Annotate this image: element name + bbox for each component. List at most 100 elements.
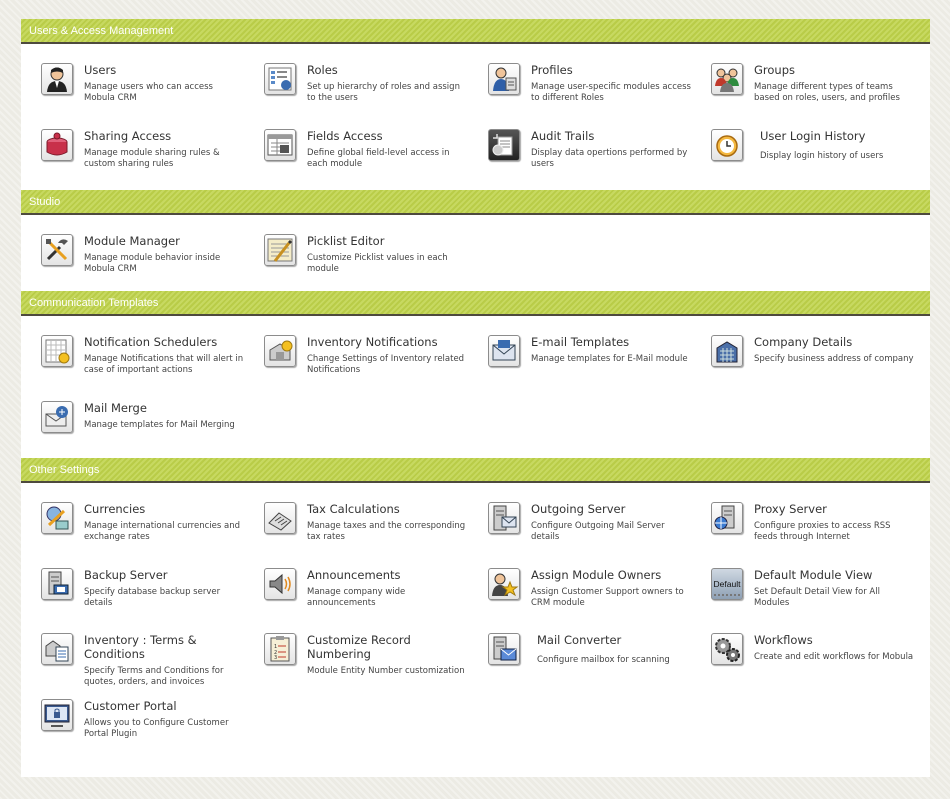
item-description: Allows you to Configure Customer Portal … (84, 717, 229, 739)
tax-calculations-icon[interactable] (264, 502, 296, 534)
settings-item-fields-access[interactable]: Fields Access Define global field-level … (264, 128, 488, 195)
settings-item-company-details[interactable]: Company Details Specify business address… (711, 335, 934, 401)
settings-item-currencies[interactable]: Currencies Manage international currenci… (41, 502, 264, 568)
profiles-icon[interactable] (488, 63, 520, 95)
item-title[interactable]: Backup Server (84, 568, 244, 582)
customer-portal-icon[interactable] (41, 698, 73, 731)
section-users-access: Users & Access Management Users Manage u… (21, 19, 930, 190)
settings-item-mail-converter[interactable]: Mail Converter Configure mailbox for sca… (488, 633, 711, 699)
item-title[interactable]: Roles (307, 63, 467, 77)
notification-schedulers-icon[interactable] (41, 335, 73, 367)
item-title[interactable]: Customize Record Numbering (307, 633, 467, 661)
assign-module-owners-icon[interactable] (488, 567, 520, 600)
outgoing-server-icon[interactable] (488, 502, 520, 534)
settings-item-default-module-view[interactable]: Default Default Module View Set Default … (711, 567, 934, 634)
sharing-access-icon[interactable] (41, 128, 73, 161)
groups-icon[interactable] (711, 63, 743, 95)
default-module-view-icon[interactable]: Default (711, 567, 743, 600)
inventory-notifications-icon[interactable] (264, 335, 296, 367)
settings-item-audit-trails[interactable]: Audit Trails Display data opertions perf… (488, 128, 711, 195)
settings-item-profiles[interactable]: Profiles Manage user-specific modules ac… (488, 63, 711, 129)
item-description: Create and edit workflows for Mobula (754, 652, 914, 662)
item-title[interactable]: Groups (754, 63, 914, 77)
mail-merge-icon[interactable] (41, 400, 73, 433)
company-details-icon[interactable] (711, 335, 743, 367)
settings-item-assign-module-owners[interactable]: Assign Module Owners Assign Customer Sup… (488, 567, 711, 634)
settings-item-sharing-access[interactable]: Sharing Access Manage module sharing rul… (41, 128, 264, 195)
settings-item-inventory-notifications[interactable]: Inventory Notifications Change Settings … (264, 335, 488, 401)
item-description: Manage templates for Mail Merging (84, 419, 235, 430)
item-title[interactable]: Mail Merge (84, 401, 244, 415)
item-title[interactable]: Outgoing Server (531, 502, 691, 516)
item-title[interactable]: Currencies (84, 502, 244, 516)
item-description: Display login history of users (760, 150, 884, 161)
settings-item-picklist-editor[interactable]: Picklist Editor Customize Picklist value… (264, 234, 488, 300)
fields-access-icon[interactable] (264, 128, 296, 161)
settings-item-announcements[interactable]: Announcements Manage company wide announ… (264, 567, 488, 634)
item-description: Define global field-level access in each… (307, 147, 450, 169)
picklist-editor-icon[interactable] (264, 234, 296, 266)
settings-item-backup-server[interactable]: Backup Server Specify database backup se… (41, 567, 264, 634)
settings-item-notification-schedulers[interactable]: Notification Schedulers Manage Notificat… (41, 335, 264, 401)
settings-item-groups[interactable]: Groups Manage different types of teams b… (711, 63, 934, 129)
item-title[interactable]: Inventory : Terms & Conditions (84, 633, 244, 661)
item-title[interactable]: Mail Converter (537, 633, 697, 647)
settings-item-outgoing-server[interactable]: Outgoing Server Configure Outgoing Mail … (488, 502, 711, 568)
item-title[interactable]: Sharing Access (84, 129, 244, 143)
audit-trails-icon[interactable] (488, 128, 520, 161)
item-title[interactable]: Company Details (754, 335, 914, 349)
roles-icon[interactable] (264, 63, 296, 95)
item-title[interactable]: Notification Schedulers (84, 335, 244, 349)
item-description: Manage module sharing rules & custom sha… (84, 147, 220, 169)
settings-item-module-manager[interactable]: Module Manager Manage module behavior in… (41, 234, 264, 300)
item-title[interactable]: Default Module View (754, 568, 914, 582)
item-title[interactable]: Announcements (307, 568, 467, 582)
item-title[interactable]: Profiles (531, 63, 691, 77)
workflows-icon[interactable] (711, 633, 743, 665)
currencies-icon[interactable] (41, 502, 73, 534)
item-title[interactable]: Audit Trails (531, 129, 691, 143)
item-title[interactable]: User Login History (760, 129, 920, 143)
item-title[interactable]: Module Manager (84, 234, 244, 248)
proxy-server-icon[interactable] (711, 502, 743, 534)
settings-item-tax-calculations[interactable]: Tax Calculations Manage taxes and the co… (264, 502, 488, 568)
item-description: Manage international currencies and exch… (84, 521, 240, 542)
item-description: Specify business address of company (754, 354, 914, 364)
settings-item-customize-record-numbering[interactable]: 123 Customize Record Numbering Module En… (264, 633, 488, 699)
item-title[interactable]: Assign Module Owners (531, 568, 691, 582)
item-title[interactable]: Inventory Notifications (307, 335, 467, 349)
settings-item-proxy-server[interactable]: Proxy Server Configure proxies to access… (711, 502, 934, 568)
settings-item-inventory-terms[interactable]: Inventory : Terms & Conditions Specify T… (41, 633, 264, 699)
settings-item-user-login-history[interactable]: User Login History Display login history… (711, 128, 934, 195)
customize-record-numbering-icon[interactable]: 123 (264, 633, 296, 665)
login-history-icon[interactable] (711, 128, 743, 161)
mail-converter-icon[interactable] (488, 633, 520, 665)
settings-item-users[interactable]: Users Manage users who can access Mobula… (41, 63, 264, 129)
settings-item-email-templates[interactable]: E-mail Templates Manage templates for E-… (488, 335, 711, 401)
section-header: Other Settings (21, 458, 930, 483)
module-manager-icon[interactable] (41, 234, 73, 266)
item-description: Set up hierarchy of roles and assign to … (307, 82, 460, 103)
item-title[interactable]: Proxy Server (754, 502, 914, 516)
item-description: Change Settings of Inventory related Not… (307, 354, 465, 375)
email-templates-icon[interactable] (488, 335, 520, 367)
item-title[interactable]: Workflows (754, 633, 914, 647)
settings-item-customer-portal[interactable]: Customer Portal Allows you to Configure … (41, 698, 264, 765)
users-icon[interactable] (41, 63, 73, 95)
item-title[interactable]: Users (84, 63, 244, 77)
item-title[interactable]: Fields Access (307, 129, 467, 143)
inventory-terms-icon[interactable] (41, 633, 73, 665)
backup-server-icon[interactable] (41, 567, 73, 600)
settings-item-workflows[interactable]: Workflows Create and edit workflows for … (711, 633, 934, 699)
item-title[interactable]: Tax Calculations (307, 502, 467, 516)
item-title[interactable]: Picklist Editor (307, 234, 467, 248)
item-title[interactable]: Customer Portal (84, 699, 244, 713)
item-description: Assign Customer Support owners to CRM mo… (531, 586, 684, 608)
item-description: Manage module behavior inside Mobula CRM (84, 253, 221, 274)
item-description: Configure proxies to access RSS feeds th… (754, 521, 891, 542)
settings-item-mail-merge[interactable]: Mail Merge Manage templates for Mail Mer… (41, 400, 264, 467)
item-title[interactable]: E-mail Templates (531, 335, 691, 349)
settings-item-roles[interactable]: Roles Set up hierarchy of roles and assi… (264, 63, 488, 129)
item-description: Manage taxes and the corresponding tax r… (307, 521, 466, 542)
announcements-icon[interactable] (264, 567, 296, 600)
